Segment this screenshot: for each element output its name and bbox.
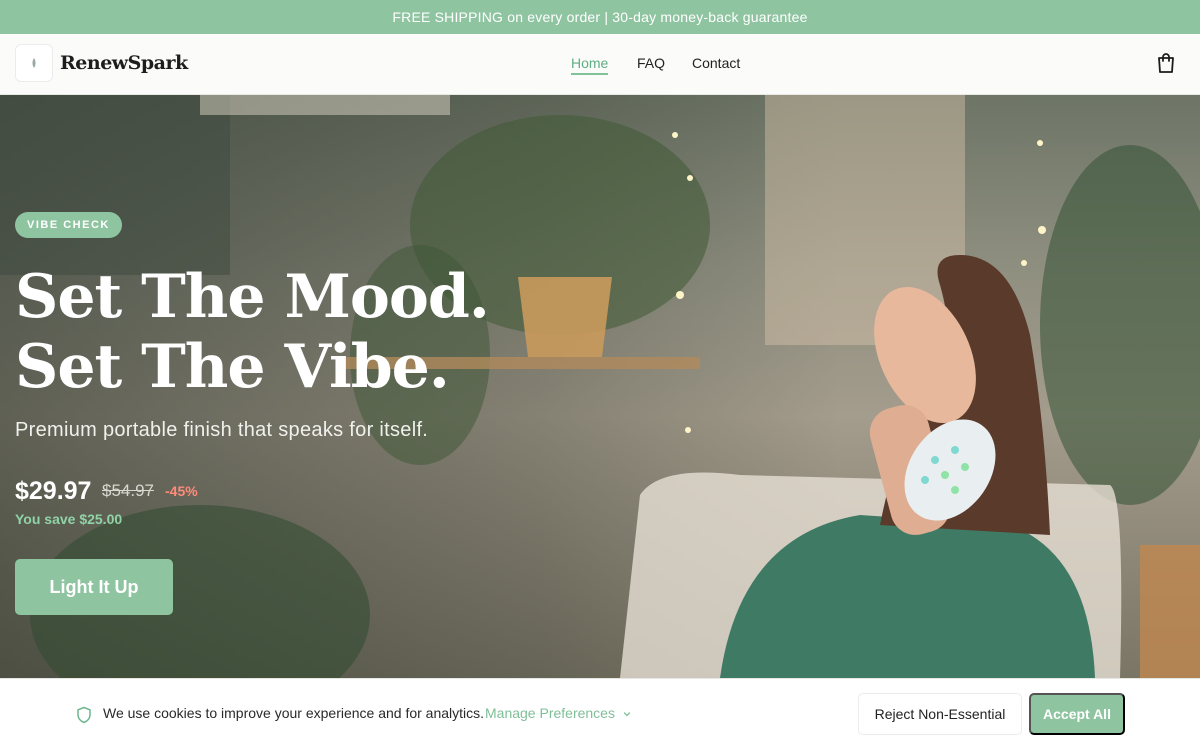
hero-compare-price: $54.97 xyxy=(102,481,154,500)
nav-contact[interactable]: Contact xyxy=(692,55,740,71)
cart-icon xyxy=(1158,53,1174,73)
reject-non-essential-button[interactable]: Reject Non-Essential xyxy=(858,693,1022,735)
hero-badge: VIBE CHECK xyxy=(15,212,122,238)
hero-section: VIBE CHECK Set The Mood. Set The Vibe. P… xyxy=(0,95,1200,678)
manage-preferences-link[interactable]: Manage Preferences xyxy=(485,705,632,721)
accept-all-button[interactable]: Accept All xyxy=(1029,693,1125,735)
light-it-up-button[interactable]: Light It Up xyxy=(15,559,173,615)
brand-name[interactable]: RenewSpark xyxy=(60,52,188,74)
announcement-bar: FREE SHIPPING on every order | 30-day mo… xyxy=(0,0,1200,34)
hero-headline: Set The Mood. Set The Vibe. xyxy=(15,262,490,402)
chevron-down-icon xyxy=(623,712,631,717)
hero-savings: You save $25.00 xyxy=(15,511,123,527)
hero-subtitle: Premium portable finish that speaks for … xyxy=(15,419,429,441)
announcement-text: FREE SHIPPING on every order | 30-day mo… xyxy=(392,9,808,25)
hero-headline-line1: Set The Mood. xyxy=(15,262,490,332)
site-header: RenewSpark Home FAQ Contact xyxy=(0,34,1200,95)
nav-home[interactable]: Home xyxy=(571,55,609,75)
cookie-message: We use cookies to improve your experienc… xyxy=(103,705,485,721)
logo-icon[interactable] xyxy=(15,44,53,82)
hero-discount-badge: -45% xyxy=(165,483,198,499)
leaf-logo-icon xyxy=(32,58,36,68)
manage-preferences-label: Manage Preferences xyxy=(485,705,615,721)
shield-icon xyxy=(77,706,91,724)
nav-faq[interactable]: FAQ xyxy=(637,55,665,71)
cart-button[interactable] xyxy=(1154,51,1178,75)
hero-headline-line2: Set The Vibe. xyxy=(15,332,450,402)
hero-price: $29.97 xyxy=(15,477,92,505)
